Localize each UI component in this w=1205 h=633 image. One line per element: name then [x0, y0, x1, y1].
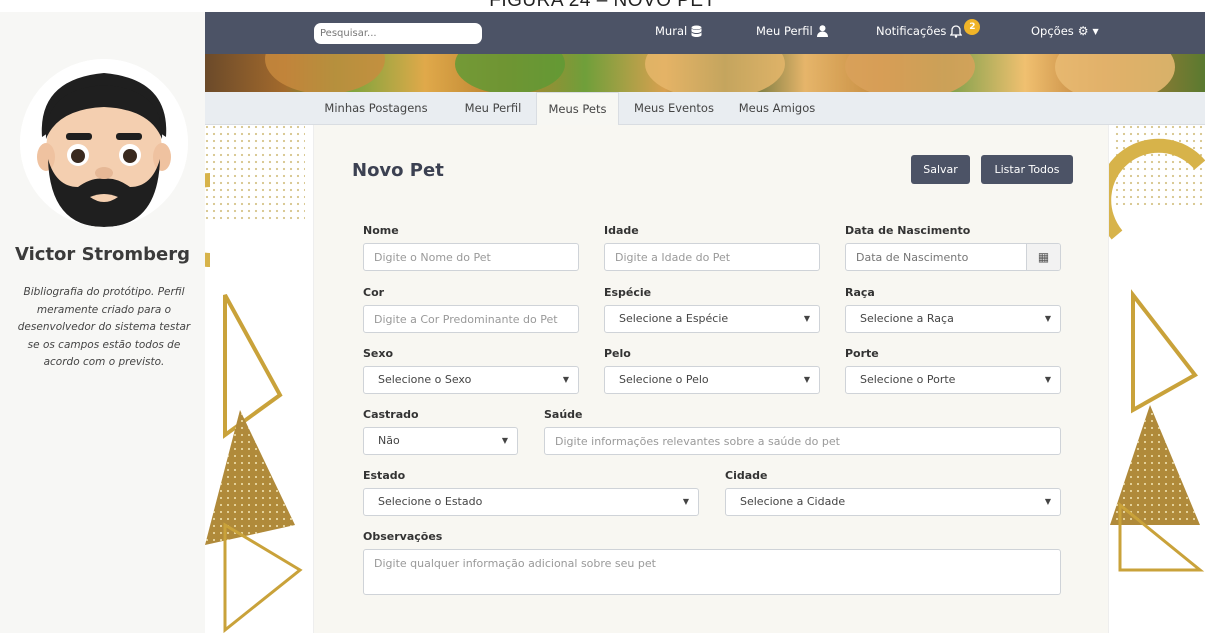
pelo-select[interactable]: Selecione o Pelo ▼ [604, 366, 820, 394]
nav-notificacoes-label: Notificações [876, 24, 947, 38]
observacoes-label: Observações [363, 530, 443, 543]
chevron-down-icon: ▼ [1044, 314, 1051, 323]
estado-select-value: Selecione o Estado [378, 495, 483, 508]
tab-meu-perfil[interactable]: Meu Perfil [448, 92, 538, 125]
nascimento-datepicker[interactable]: ▦ [845, 243, 1061, 271]
nascimento-label: Data de Nascimento [845, 224, 971, 237]
cor-input[interactable] [363, 305, 579, 333]
cor-label: Cor [363, 286, 385, 299]
observacoes-textarea[interactable] [363, 549, 1061, 595]
save-button[interactable]: Salvar [911, 155, 970, 184]
raca-select[interactable]: Selecione a Raça ▼ [845, 305, 1061, 333]
chevron-down-icon: ▼ [803, 314, 810, 323]
chevron-down-icon: ▼ [682, 497, 689, 506]
nav-meu-perfil[interactable]: Meu Perfil [756, 24, 828, 38]
sexo-label: Sexo [363, 347, 394, 360]
especie-label: Espécie [604, 286, 652, 299]
nav-notificacoes[interactable]: Notificações 2 [876, 19, 981, 38]
raca-select-value: Selecione a Raça [860, 312, 954, 325]
pelo-select-value: Selecione o Pelo [619, 373, 709, 386]
chevron-down-icon: ▼ [1044, 497, 1051, 506]
pelo-label: Pelo [604, 347, 631, 360]
gears-icon: ⚙ [1077, 24, 1089, 38]
profile-bio: Bibliografia do protótipo. Perfil merame… [17, 286, 191, 368]
top-navbar: Mural Meu Perfil Notificações 2 Opções ⚙… [205, 12, 1205, 54]
page-title: Novo Pet [352, 160, 444, 181]
cidade-label: Cidade [725, 469, 768, 482]
avatar [20, 59, 188, 227]
database-icon [691, 25, 702, 37]
sexo-select-value: Selecione o Sexo [378, 373, 472, 386]
tab-meus-eventos[interactable]: Meus Eventos [625, 92, 723, 125]
bell-icon [950, 24, 963, 38]
castrado-select[interactable]: Não ▼ [363, 427, 518, 455]
especie-select-value: Selecione a Espécie [619, 312, 729, 325]
list-all-button[interactable]: Listar Todos [981, 155, 1073, 184]
new-pet-form: Novo Pet Salvar Listar Todos Nome Idade … [313, 125, 1109, 633]
tab-meus-pets[interactable]: Meus Pets [536, 92, 619, 126]
idade-label: Idade [604, 224, 639, 237]
nav-mural[interactable]: Mural [655, 24, 702, 38]
porte-label: Porte [845, 347, 879, 360]
caret-down-icon: ▼ [1092, 26, 1099, 36]
saude-input[interactable] [544, 427, 1061, 455]
profile-tabs: Minhas Postagens Meu Perfil Meus Pets Me… [205, 92, 1205, 126]
tab-minhas-postagens[interactable]: Minhas Postagens [316, 92, 436, 125]
idade-input[interactable] [604, 243, 820, 271]
sexo-select[interactable]: Selecione o Sexo ▼ [363, 366, 579, 394]
nav-mural-label: Mural [655, 24, 688, 38]
estado-label: Estado [363, 469, 406, 482]
saude-label: Saúde [544, 408, 583, 421]
nome-label: Nome [363, 224, 399, 237]
nav-opcoes[interactable]: Opções ⚙ ▼ [1031, 24, 1099, 38]
calendar-icon[interactable]: ▦ [1026, 244, 1060, 270]
porte-select-value: Selecione o Porte [860, 373, 956, 386]
user-icon [816, 25, 828, 37]
cover-banner-image [205, 54, 1205, 92]
nav-opcoes-label: Opções [1031, 24, 1074, 38]
chevron-down-icon: ▼ [1044, 375, 1051, 384]
figure-caption: FIGURA 24 – NOVO PET [489, 0, 716, 11]
nascimento-input[interactable] [846, 244, 1024, 270]
porte-select[interactable]: Selecione o Porte ▼ [845, 366, 1061, 394]
especie-select[interactable]: Selecione a Espécie ▼ [604, 305, 820, 333]
castrado-label: Castrado [363, 408, 419, 421]
profile-name: Victor Stromberg [15, 244, 190, 265]
castrado-select-value: Não [378, 434, 400, 447]
chevron-down-icon: ▼ [562, 375, 569, 384]
notification-count-badge: 2 [964, 19, 981, 35]
cidade-select[interactable]: Selecione a Cidade ▼ [725, 488, 1061, 516]
search-input[interactable] [314, 23, 482, 44]
nome-input[interactable] [363, 243, 579, 271]
chevron-down-icon: ▼ [501, 436, 508, 445]
cidade-select-value: Selecione a Cidade [740, 495, 846, 508]
estado-select[interactable]: Selecione o Estado ▼ [363, 488, 699, 516]
tab-meus-amigos[interactable]: Meus Amigos [732, 92, 822, 125]
chevron-down-icon: ▼ [803, 375, 810, 384]
raca-label: Raça [845, 286, 875, 299]
profile-panel: Victor Stromberg Bibliografia do protóti… [0, 12, 205, 633]
nav-meu-perfil-label: Meu Perfil [756, 24, 813, 38]
